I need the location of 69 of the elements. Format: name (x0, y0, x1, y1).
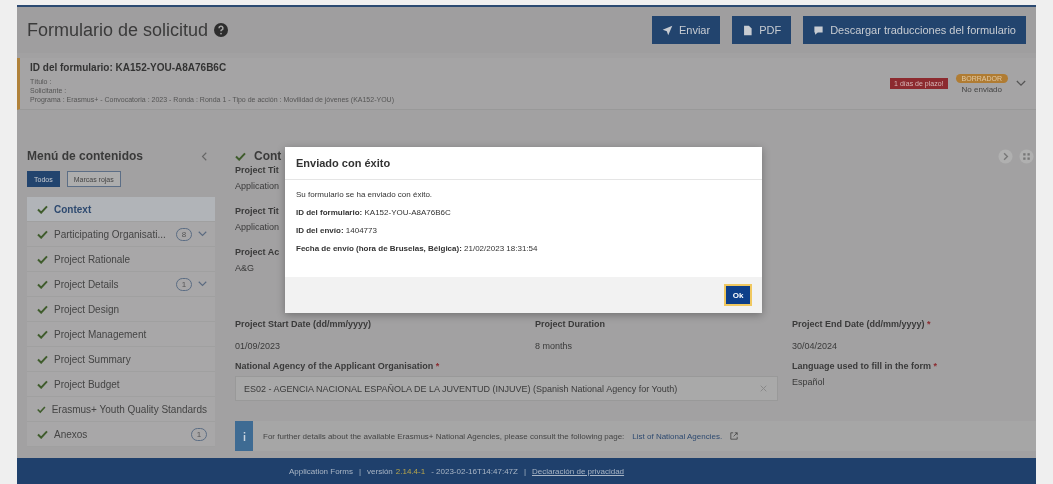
agencies-link[interactable]: List of National Agencies. (632, 431, 723, 441)
field-value: A&G (235, 263, 254, 273)
section-title: Cont (254, 149, 282, 163)
menu-item[interactable]: Participating Organisati... 8 (27, 222, 215, 247)
collapse-icon[interactable] (201, 151, 207, 161)
help-icon[interactable] (214, 23, 229, 37)
info-text: For further details about the available Erasmus+ National Agencies, please consult the following page: (263, 431, 625, 441)
menu-item[interactable]: Project Management (27, 322, 215, 347)
field-label: Project End Date (dd/mm/yyyy) * (792, 319, 931, 329)
check-icon (37, 254, 48, 264)
send-icon (661, 24, 673, 36)
form-id: ID del formulario: KA152-YOU-A8A76B6C (30, 62, 228, 73)
check-icon (37, 204, 48, 214)
footer-separator: | (358, 466, 362, 476)
dialog-title: Enviado con éxito (296, 157, 391, 169)
ok-button[interactable]: Ok (724, 284, 752, 306)
menu-item[interactable]: Project Rationale (27, 247, 215, 272)
menu-item[interactable]: Project Summary (27, 347, 215, 372)
check-icon (37, 229, 48, 239)
chevron-down-icon[interactable] (1016, 80, 1026, 87)
chevron-down-icon[interactable] (198, 231, 207, 237)
check-icon (37, 354, 48, 364)
page-title: Formulario de solicitud (27, 19, 209, 41)
footer-app-name: Application Forms (288, 466, 353, 476)
privacy-link[interactable]: Declaración de privacidad (532, 466, 625, 476)
grid-icon[interactable] (1019, 148, 1034, 164)
check-icon (37, 329, 48, 339)
sidebar-title: Menú de contenidos (27, 149, 143, 163)
field-label: Project Tit (235, 206, 279, 216)
chevron-down-icon[interactable] (198, 281, 207, 287)
status-text: No enviado (961, 84, 1002, 94)
field-label: Project Duration (535, 319, 605, 329)
footer-version-label: versión (367, 466, 393, 476)
agency-select-field[interactable]: ES02 - AGENCIA NACIONAL ESPAÑOLA DE LA JUVENTUD (INJUVE) (Spanish National Agency for Youth) (235, 376, 778, 401)
build-date: - 2023-02-16T14:47:47Z (431, 466, 518, 476)
field-label: Project Ac (235, 247, 280, 257)
send-button[interactable]: Enviar (651, 16, 721, 44)
menu-item[interactable]: Project Budget (27, 372, 215, 397)
menu-item[interactable]: Anexos 1 (27, 422, 215, 447)
check-icon (37, 404, 46, 414)
menu-item[interactable]: Context (27, 197, 215, 222)
clear-icon[interactable] (760, 385, 767, 392)
dialog-detail: Fecha de envío (hora de Bruselas, Bélgica): 21/02/2023 18:31:54 (296, 244, 539, 253)
pdf-button[interactable]: PDF (732, 16, 792, 44)
field-label: National Agency of the Applicant Organisation * (235, 361, 441, 371)
download-translations-button[interactable]: Descargar traducciones del formulario (803, 16, 1026, 44)
footer-separator: | (523, 466, 526, 476)
menu-item[interactable]: Erasmus+ Youth Quality Standards (27, 397, 215, 422)
dialog-detail: ID del envío: 1404773 (296, 226, 378, 235)
field-label: Language used to fill in the form * (792, 361, 938, 371)
info-icon (242, 431, 246, 441)
arrow-right-icon[interactable] (998, 148, 1013, 164)
menu-item[interactable]: Project Details 1 (27, 272, 215, 297)
comment-icon (813, 24, 825, 36)
check-icon (37, 429, 48, 439)
version-number: 2.14.4-1 (395, 466, 426, 476)
check-icon (37, 379, 48, 389)
check-icon (37, 304, 48, 314)
field-value: Español (792, 377, 826, 387)
check-icon (235, 151, 246, 161)
dialog-message: Su formulario se ha enviado con éxito. (296, 190, 434, 199)
check-icon (37, 279, 48, 289)
menu-item[interactable]: Project Design (27, 297, 215, 322)
file-icon (742, 24, 754, 36)
field-label: Project Tit (235, 165, 279, 175)
dialog-detail: ID del formulario: KA152-YOU-A8A76B6C (296, 208, 452, 217)
field-label: Project Start Date (dd/mm/yyyy) (235, 319, 372, 329)
field-value: 8 months (535, 341, 573, 351)
external-link-icon (730, 432, 739, 440)
